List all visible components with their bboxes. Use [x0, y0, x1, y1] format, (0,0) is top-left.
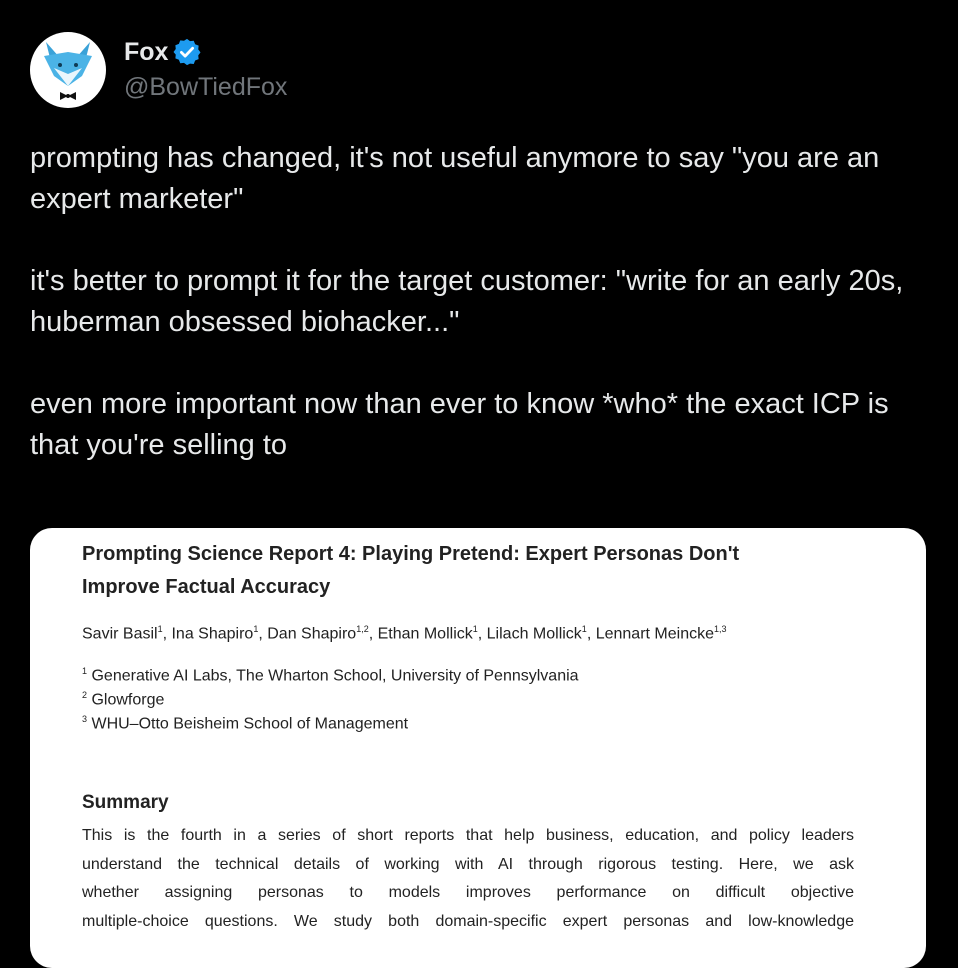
summary-heading: Summary	[82, 792, 169, 813]
affiliation: 1 Generative AI Labs, The Wharton School…	[82, 666, 579, 685]
tweet-paragraph: prompting has changed, it's not useful a…	[30, 142, 880, 215]
author-name: Ethan Mollick	[377, 625, 473, 643]
author-name: Lennart Meincke	[595, 625, 714, 643]
author-name: Dan Shapiro	[267, 625, 357, 643]
tweet-text: prompting has changed, it's not useful a…	[30, 138, 930, 466]
avatar[interactable]	[30, 32, 106, 108]
tweet-paragraph: even more important now than ever to kno…	[30, 388, 889, 461]
summary-line: whether assigning personas to models imp…	[82, 884, 854, 901]
author-name: Lilach Mollick	[486, 625, 582, 643]
summary-line: multiple-choice questions. We study both…	[82, 912, 854, 930]
author-name: Ina Shapiro	[171, 625, 254, 643]
author-name: Savir Basil	[82, 625, 158, 643]
summary-body: This is the fourth in a series of short …	[82, 822, 854, 936]
display-name[interactable]: Fox	[124, 37, 168, 67]
affiliation: 2 Glowforge	[82, 690, 165, 709]
attached-image[interactable]: Prompting Science Report 4: Playing Pret…	[30, 528, 926, 968]
verified-badge-icon	[173, 38, 201, 66]
summary-line: This is the fourth in a series of short …	[82, 827, 854, 844]
tweet-header: Fox @BowTiedFox	[30, 30, 287, 110]
author-list: Savir Basil1, Ina Shapiro1, Dan Shapiro1…	[82, 624, 727, 643]
affiliation: 3 WHU–Otto Beisheim School of Management	[82, 714, 409, 733]
paper-title: Prompting Science Report 4: Playing Pret…	[82, 543, 740, 598]
handle[interactable]: @BowTiedFox	[124, 71, 287, 103]
summary-line: understand the technical details of work…	[82, 855, 854, 873]
tweet-paragraph: it's better to prompt it for the target …	[30, 265, 904, 338]
fox-logo-icon	[44, 42, 92, 100]
